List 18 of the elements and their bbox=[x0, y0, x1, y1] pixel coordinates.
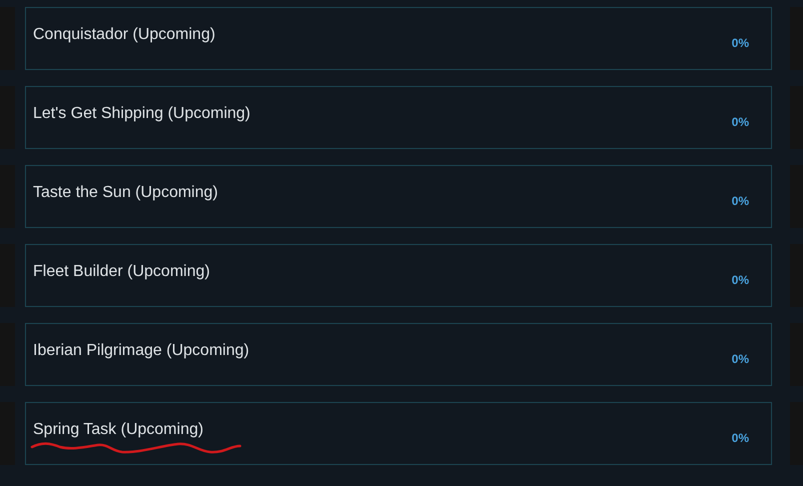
progress-percent: 0% bbox=[732, 352, 749, 367]
task-title: Fleet Builder (Upcoming) bbox=[33, 262, 210, 281]
task-card[interactable]: Iberian Pilgrimage (Upcoming) 0% bbox=[25, 323, 772, 386]
task-title: Conquistador (Upcoming) bbox=[33, 25, 216, 44]
progress-percent: 0% bbox=[732, 194, 749, 209]
task-card[interactable]: Spring Task (Upcoming) 0% bbox=[25, 402, 772, 465]
task-card[interactable]: Taste the Sun (Upcoming) 0% bbox=[25, 165, 772, 228]
task-card[interactable]: Fleet Builder (Upcoming) 0% bbox=[25, 244, 772, 307]
task-title: Iberian Pilgrimage (Upcoming) bbox=[33, 341, 250, 360]
progress-percent: 0% bbox=[732, 273, 749, 288]
progress-percent: 0% bbox=[732, 36, 749, 51]
task-card[interactable]: Let's Get Shipping (Upcoming) 0% bbox=[25, 86, 772, 149]
progress-percent: 0% bbox=[732, 431, 749, 446]
progress-percent: 0% bbox=[732, 115, 749, 130]
task-card[interactable]: Conquistador (Upcoming) 0% bbox=[25, 7, 772, 70]
task-title: Spring Task (Upcoming) bbox=[33, 420, 204, 439]
task-title: Taste the Sun (Upcoming) bbox=[33, 183, 218, 202]
task-title: Let's Get Shipping (Upcoming) bbox=[33, 104, 250, 123]
